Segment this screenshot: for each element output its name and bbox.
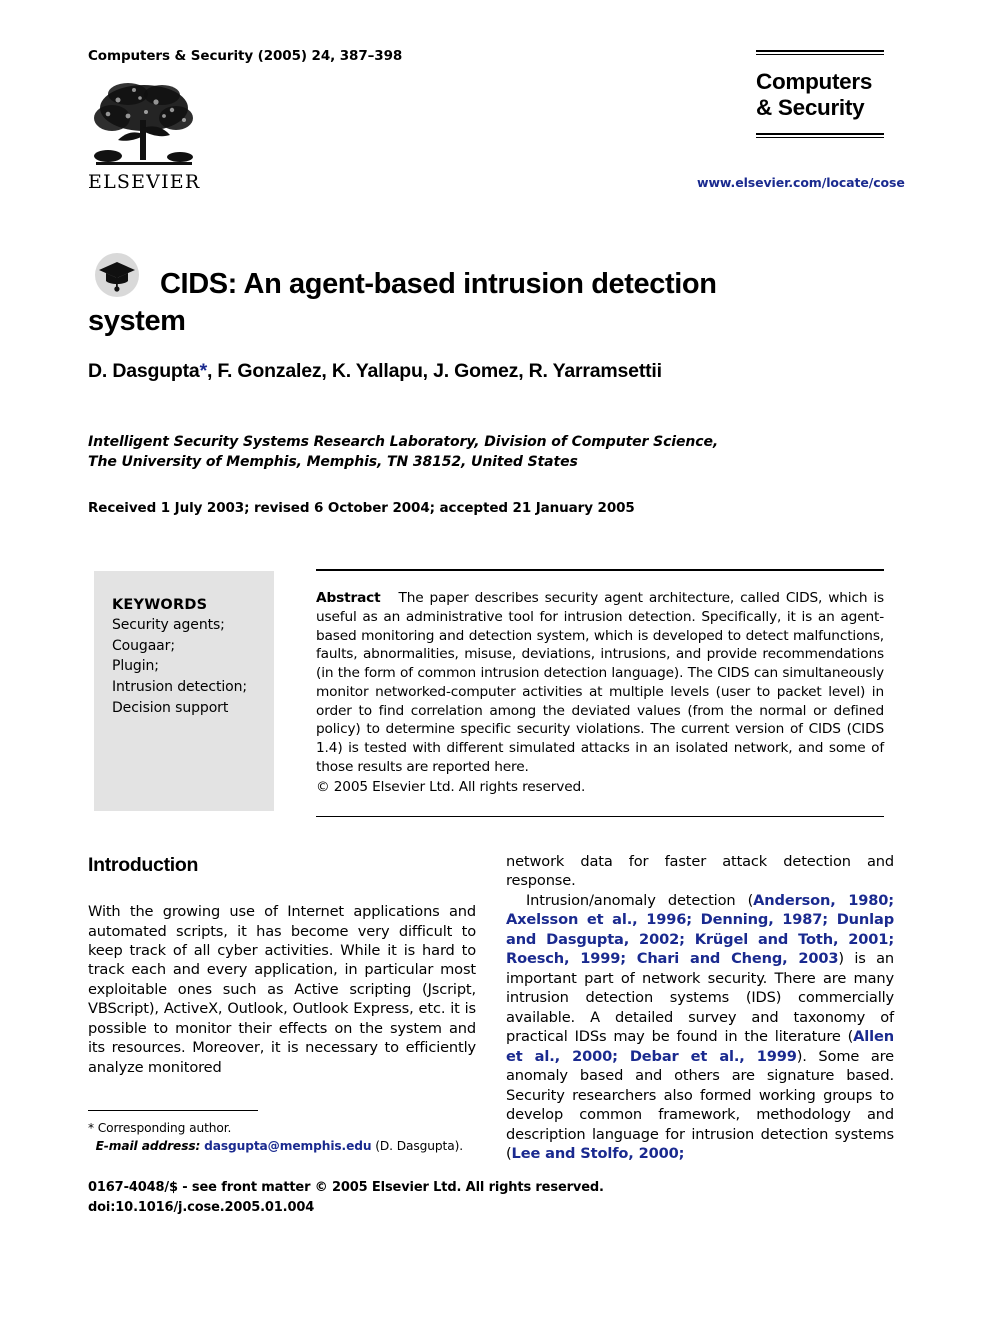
- abstract-rule-bottom: [316, 816, 884, 818]
- abstract-copyright: © 2005 Elsevier Ltd. All rights reserved…: [316, 778, 586, 795]
- keyword-item: Security agents;: [112, 617, 225, 633]
- body-column-right: network data for faster attack detection…: [506, 852, 894, 1164]
- authors-remaining: , F. Gonzalez, K. Yallapu, J. Gomez, R. …: [206, 360, 662, 382]
- elsevier-logo: ELSEVIER: [88, 78, 200, 196]
- footnote-block: * Corresponding author. E-mail address: …: [88, 1110, 476, 1155]
- footnote-rule: [88, 1110, 258, 1111]
- citation-link-group-3[interactable]: Lee and Stolfo, 2000;: [512, 1145, 685, 1162]
- footnote-email-line: E-mail address: dasgupta@memphis.edu (D.…: [88, 1138, 476, 1156]
- journal-reference: Computers & Security (2005) 24, 387–398: [88, 48, 403, 64]
- page-title: CIDS: An agent-based intrusion detection…: [88, 268, 717, 338]
- page-footer: 0167-4048/$ - see front matter © 2005 El…: [88, 1178, 604, 1217]
- section-heading-introduction: Introduction: [88, 854, 199, 876]
- keywords-box: KEYWORDS Security agents; Cougaar; Plugi…: [94, 571, 274, 811]
- issn-front-matter: 0167-4048/$ - see front matter © 2005 El…: [88, 1180, 604, 1195]
- corresponding-author-marker: *: [199, 360, 208, 382]
- author-first: D. Dasgupta: [88, 360, 200, 382]
- keywords-heading: KEYWORDS: [112, 597, 208, 613]
- email-owner: (D. Dasgupta).: [375, 1138, 463, 1153]
- keyword-item: Intrusion detection;: [112, 679, 248, 696]
- affiliation: Intelligent Security Systems Research La…: [88, 432, 788, 473]
- paper-page: Computers & Security (2005) 24, 387–398: [0, 0, 992, 1323]
- affiliation-line-2: The University of Memphis, Memphis, TN 3…: [88, 454, 578, 471]
- elsevier-wordmark: ELSEVIER: [88, 171, 201, 193]
- journal-title-line1: Computers: [756, 69, 873, 94]
- abstract-block: Abstract The paper describes security ag…: [316, 569, 884, 818]
- keyword-item: Plugin;: [112, 658, 159, 675]
- keywords-list: Security agents; Cougaar; Plugin; Intrus…: [112, 615, 274, 719]
- abstract-text: Abstract The paper describes security ag…: [316, 589, 884, 777]
- body-column-left: Introduction With the growing use of Int…: [88, 852, 476, 1077]
- abstract-rule-top: [316, 569, 884, 571]
- email-label: E-mail address:: [95, 1138, 201, 1153]
- intro-paragraph-right-1: network data for faster attack detection…: [506, 853, 894, 890]
- abstract-body: The paper describes security agent archi…: [316, 590, 884, 775]
- brand-rule-bottom: [756, 133, 884, 139]
- footnote-corresponding-author: * Corresponding author.: [88, 1121, 232, 1135]
- doi-line: doi:10.1016/j.cose.2005.01.004: [88, 1199, 315, 1215]
- intro-paragraph-left: With the growing use of Internet applica…: [88, 903, 476, 1076]
- journal-title: Computers & Security: [756, 69, 884, 121]
- email-link[interactable]: dasgupta@memphis.edu: [204, 1139, 371, 1153]
- affiliation-line-1: Intelligent Security Systems Research La…: [88, 434, 719, 450]
- journal-title-line2: & Security: [756, 95, 865, 121]
- keyword-item: Cougaar;: [112, 637, 175, 654]
- author-list: D. Dasgupta*, F. Gonzalez, K. Yallapu, J…: [88, 360, 908, 383]
- keyword-item: Decision support: [112, 699, 229, 716]
- elsevier-tree-icon: [94, 83, 193, 165]
- citation-lead-text: Intrusion/anomaly detection (: [526, 891, 754, 909]
- brand-rule-top: [756, 50, 884, 55]
- abstract-label: Abstract: [316, 590, 381, 606]
- submission-dates: Received 1 July 2003; revised 6 October …: [88, 500, 635, 516]
- journal-brand-block: Computers & Security: [756, 50, 884, 139]
- intro-paragraph-right-2: Intrusion/anomaly detection (Anderson, 1…: [506, 891, 894, 1164]
- journal-homepage-link[interactable]: www.elsevier.com/locate/cose: [697, 175, 905, 190]
